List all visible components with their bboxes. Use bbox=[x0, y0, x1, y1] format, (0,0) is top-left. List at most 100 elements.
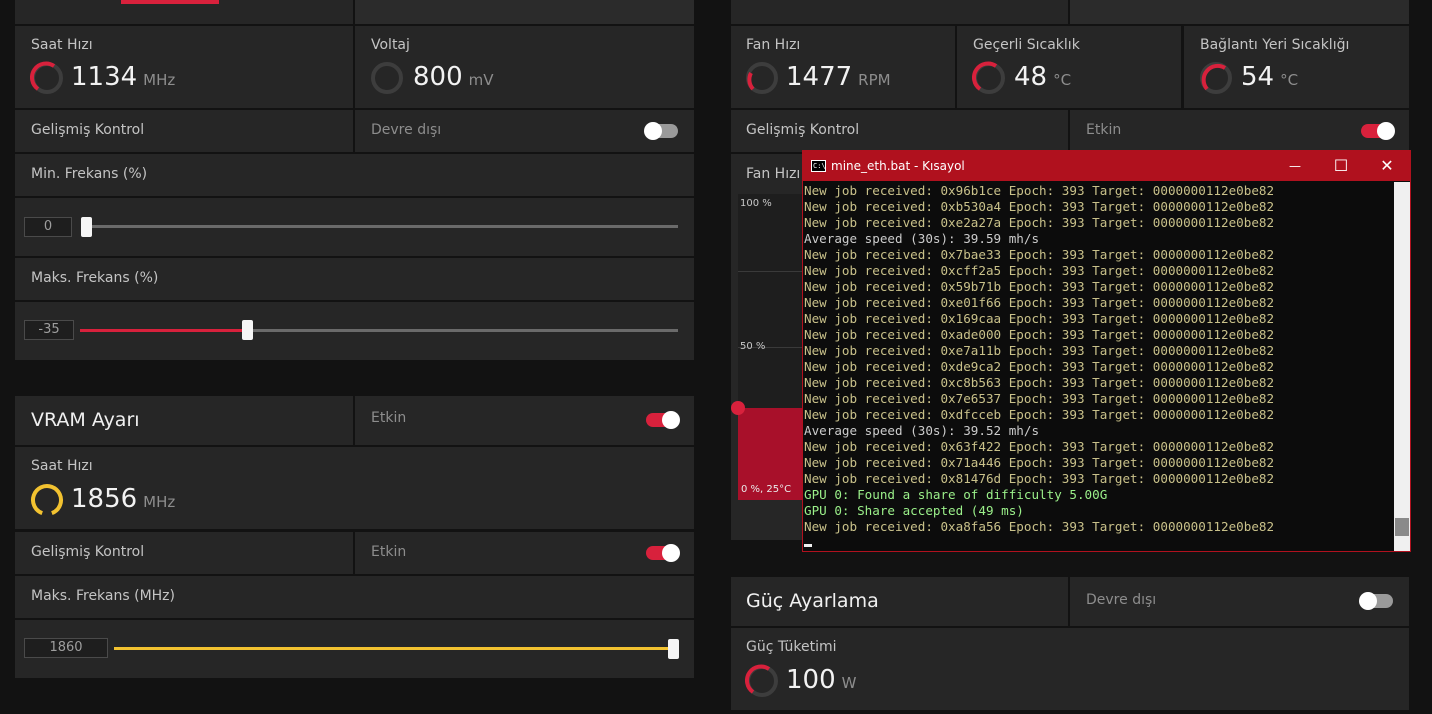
fan-curve-axis-100: 100 % bbox=[740, 198, 772, 209]
console-line: New job received: 0xde9ca2 Epoch: 393 Ta… bbox=[804, 359, 1275, 374]
toggle-knob bbox=[662, 411, 680, 429]
gpu-voltage-label: Voltaj bbox=[371, 37, 410, 53]
power-header: Güç Ayarlama bbox=[731, 577, 1068, 626]
gpu-max-freq-thumb[interactable] bbox=[242, 320, 253, 340]
toggle-knob bbox=[1359, 592, 1377, 610]
gpu-advanced-control-state-cell: Devre dışı bbox=[355, 110, 694, 152]
fan-advanced-control-toggle[interactable] bbox=[1361, 122, 1395, 140]
fan-curve-point[interactable] bbox=[731, 401, 745, 415]
console-line: New job received: 0xc8b563 Epoch: 393 Ta… bbox=[804, 375, 1275, 390]
minimize-button[interactable]: — bbox=[1272, 151, 1318, 181]
console-line: GPU 0: Share accepted (49 ms) bbox=[804, 503, 1024, 518]
maximize-button[interactable]: ☐ bbox=[1318, 151, 1364, 181]
console-line: New job received: 0xe7a11b Epoch: 393 Ta… bbox=[804, 343, 1275, 358]
fan-junction-label: Bağlantı Yeri Sıcaklığı bbox=[1200, 37, 1350, 53]
close-button[interactable]: ✕ bbox=[1364, 151, 1410, 181]
console-line: New job received: 0x71a446 Epoch: 393 Ta… bbox=[804, 455, 1275, 470]
gpu-voltage-cell: Voltaj 800 mV bbox=[355, 26, 694, 108]
console-line: New job received: 0x96b1ce Epoch: 393 Ta… bbox=[804, 183, 1275, 198]
fan-speed-label: Fan Hızı bbox=[746, 37, 801, 53]
fan-junction-value: 54 °C bbox=[1241, 62, 1299, 92]
console-line: New job received: 0xcff2a5 Epoch: 393 Ta… bbox=[804, 263, 1275, 278]
fan-advanced-control-state-cell: Etkin bbox=[1070, 110, 1409, 152]
gpu-max-freq-input[interactable]: -35 bbox=[24, 320, 74, 340]
gpu-min-freq-track[interactable] bbox=[86, 225, 678, 228]
gpu-advanced-control-label: Gelişmiş Kontrol bbox=[31, 122, 145, 138]
fan-panel-header-right-cropped bbox=[1070, 0, 1409, 24]
fan-speed-cell: Fan Hızı 1477 RPM bbox=[731, 26, 955, 108]
power-consumption-cell: Güç Tüketimi 100 W bbox=[731, 628, 1409, 710]
gpu-max-freq-label: Maks. Frekans (%) bbox=[31, 270, 159, 286]
fan-curve-gridline-100 bbox=[738, 271, 808, 272]
console-line: New job received: 0xa8fa56 Epoch: 393 Ta… bbox=[804, 519, 1275, 534]
vram-max-freq-header: Maks. Frekans (MHz) bbox=[15, 576, 694, 618]
console-title: mine_eth.bat - Kısayol bbox=[831, 159, 965, 173]
fan-junction-gauge-icon bbox=[1200, 62, 1232, 94]
fan-panel-header-cropped bbox=[731, 0, 1068, 24]
console-line: New job received: 0x7bae33 Epoch: 393 Ta… bbox=[804, 247, 1275, 262]
vram-max-freq-thumb[interactable] bbox=[668, 639, 679, 659]
gpu-min-freq-thumb[interactable] bbox=[81, 217, 92, 237]
console-line: New job received: 0xe01f66 Epoch: 393 Ta… bbox=[804, 295, 1275, 310]
console-line: New job received: 0x81476d Epoch: 393 Ta… bbox=[804, 471, 1275, 486]
console-window[interactable]: C:\ mine_eth.bat - Kısayol — ☐ ✕ New job… bbox=[802, 150, 1411, 552]
gpu-min-freq-slider-row: 0 bbox=[15, 198, 694, 256]
fan-speed-value: 1477 RPM bbox=[786, 62, 891, 92]
gpu-max-freq-fill bbox=[80, 329, 247, 332]
gpu-min-freq-header: Min. Frekans (%) bbox=[15, 154, 694, 196]
gpu-advanced-control-toggle[interactable] bbox=[644, 122, 678, 140]
gpu-max-freq-header: Maks. Frekans (%) bbox=[15, 258, 694, 300]
power-state-cell: Devre dışı bbox=[1070, 577, 1409, 626]
vram-max-freq-label: Maks. Frekans (MHz) bbox=[31, 588, 175, 604]
gpu-voltage-gauge-icon bbox=[371, 62, 403, 94]
power-consumption-value: 100 W bbox=[786, 665, 857, 695]
console-line: New job received: 0x7e6537 Epoch: 393 Ta… bbox=[804, 391, 1275, 406]
gpu-advanced-control-row: Gelişmiş Kontrol bbox=[15, 110, 353, 152]
console-line: New job received: 0x63f422 Epoch: 393 Ta… bbox=[804, 439, 1275, 454]
console-line: New job received: 0xe2a27a Epoch: 393 Ta… bbox=[804, 215, 1275, 230]
vram-advanced-control-row: Gelişmiş Kontrol bbox=[15, 532, 353, 574]
vram-toggle[interactable] bbox=[646, 411, 680, 429]
fan-temp-value: 48 °C bbox=[1014, 62, 1072, 92]
gpu-max-freq-slider-row: -35 bbox=[15, 302, 694, 360]
vram-title: VRAM Ayarı bbox=[31, 409, 140, 431]
gpu-voltage-value: 800 mV bbox=[413, 62, 494, 92]
vram-clock-gauge-icon bbox=[31, 484, 63, 516]
power-consumption-gauge-icon bbox=[745, 664, 778, 697]
gpu-clock-cell: Saat Hızı 1134 MHz bbox=[15, 26, 353, 108]
fan-temp-label: Geçerli Sıcaklık bbox=[973, 37, 1080, 53]
console-line: New job received: 0xade000 Epoch: 393 Ta… bbox=[804, 327, 1275, 342]
gpu-min-freq-input[interactable]: 0 bbox=[24, 217, 72, 237]
power-state: Devre dışı bbox=[1086, 592, 1157, 608]
toggle-knob bbox=[662, 544, 680, 562]
fan-curve-point-label: 0 %, 25°C bbox=[741, 484, 792, 495]
vram-max-freq-fill bbox=[114, 647, 673, 650]
console-line: Average speed (30s): 39.52 mh/s bbox=[804, 423, 1040, 438]
console-cursor bbox=[804, 544, 812, 547]
vram-clock-value: 1856 MHz bbox=[71, 484, 176, 514]
power-toggle[interactable] bbox=[1359, 592, 1393, 610]
console-scrollbar[interactable] bbox=[1394, 182, 1410, 551]
fan-curve-axis-50: 50 % bbox=[740, 341, 766, 352]
power-title: Güç Ayarlama bbox=[746, 590, 879, 612]
fan-advanced-control-label: Gelişmiş Kontrol bbox=[746, 122, 860, 138]
fan-advanced-control-row: Gelişmiş Kontrol bbox=[731, 110, 1068, 152]
fan-temp-cell: Geçerli Sıcaklık 48 °C bbox=[957, 26, 1181, 108]
console-line: GPU 0: Found a share of difficulty 5.00G bbox=[804, 487, 1108, 502]
gpu-panel-header-right-cropped bbox=[355, 0, 694, 24]
vram-advanced-control-label: Gelişmiş Kontrol bbox=[31, 544, 145, 560]
gpu-advanced-control-state: Devre dışı bbox=[371, 122, 442, 138]
console-scrollbar-thumb[interactable] bbox=[1395, 518, 1409, 536]
vram-advanced-control-toggle[interactable] bbox=[646, 544, 680, 562]
console-titlebar[interactable]: C:\ mine_eth.bat - Kısayol — ☐ ✕ bbox=[803, 151, 1410, 181]
vram-max-freq-input[interactable]: 1860 bbox=[24, 638, 108, 658]
vram-max-freq-slider-row: 1860 bbox=[15, 620, 694, 678]
power-consumption-label: Güç Tüketimi bbox=[746, 639, 837, 655]
gpu-clock-gauge-icon bbox=[30, 61, 63, 94]
toggle-knob bbox=[1377, 122, 1395, 140]
gpu-clock-value: 1134 MHz bbox=[71, 62, 176, 92]
vram-clock-cell: Saat Hızı 1856 MHz bbox=[15, 447, 694, 529]
vram-advanced-control-state: Etkin bbox=[371, 544, 407, 560]
vram-clock-label: Saat Hızı bbox=[31, 458, 93, 474]
console-line: New job received: 0xb530a4 Epoch: 393 Ta… bbox=[804, 199, 1275, 214]
